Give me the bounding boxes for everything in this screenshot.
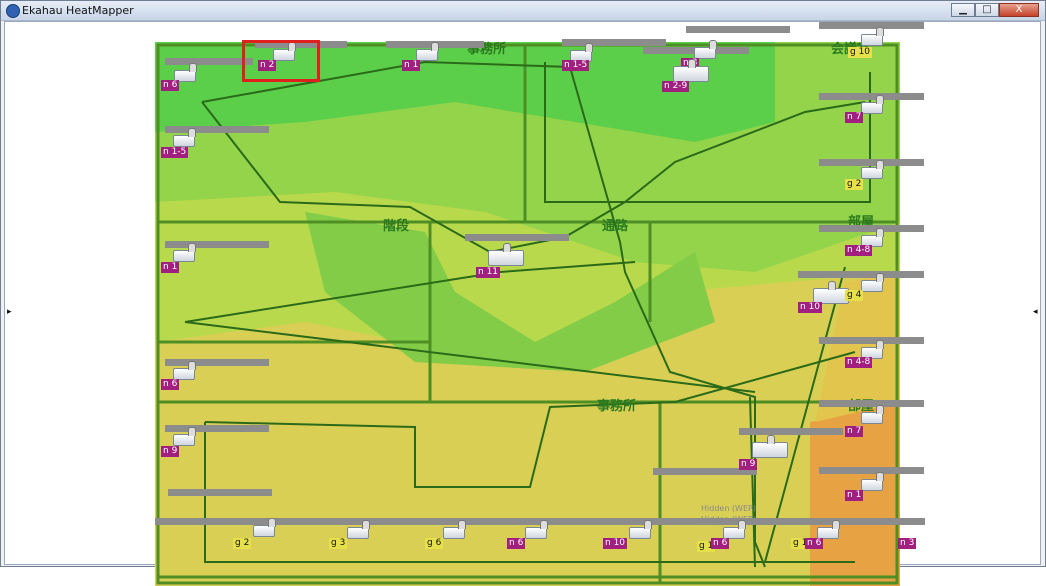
redacted-ssid (465, 234, 569, 241)
access-point-icon[interactable] (861, 160, 884, 179)
redacted-ssid (562, 39, 666, 46)
ap-label[interactable]: n 1 (161, 262, 180, 273)
ap-label[interactable]: g 6 (425, 538, 444, 549)
access-point-icon[interactable] (861, 472, 884, 491)
redacted-ssid (165, 58, 253, 65)
ap-label[interactable]: g 2 (233, 538, 252, 549)
ap-label[interactable]: n 11 (476, 267, 501, 278)
window-title: Ekahau HeatMapper (22, 4, 134, 17)
room-label-office-2: 事務所 (597, 399, 637, 414)
window-controls: ▁ □ X (951, 3, 1039, 17)
redacted-ssid (165, 241, 269, 248)
ap-label[interactable]: n 6 (161, 80, 180, 91)
redacted-ssid (819, 225, 924, 232)
ap-label[interactable]: n 10 (798, 302, 823, 313)
room-label-corridor: 通路 (602, 219, 629, 234)
app-icon (6, 4, 20, 18)
redacted-ssid (798, 271, 924, 278)
redacted-ssid (739, 428, 843, 435)
left-panel-arrow-icon[interactable]: ▸ (7, 307, 12, 317)
access-point-icon[interactable] (861, 95, 884, 114)
ap-label[interactable]: n 6 (711, 538, 730, 549)
ap-label[interactable]: n 6 (507, 538, 526, 549)
ap-label[interactable]: g 2 (845, 179, 864, 190)
access-point-icon[interactable] (443, 520, 466, 539)
ap-label[interactable]: n 10 (603, 538, 628, 549)
redacted-ssid (168, 489, 272, 496)
ap-label[interactable]: n 6 (161, 379, 180, 390)
access-point-icon[interactable] (347, 520, 370, 539)
access-point-icon[interactable] (173, 427, 196, 446)
redacted-ssid (819, 337, 924, 344)
redacted-ssid (819, 159, 924, 166)
ap-label[interactable]: n 4-8 (845, 357, 873, 368)
ap-label[interactable]: n 4-8 (845, 245, 873, 256)
redacted-ssid (165, 126, 269, 133)
ap-label[interactable]: n 7 (845, 112, 864, 123)
redacted-ssid (819, 467, 924, 474)
hidden-network-label: Hidden (WEP) (701, 515, 756, 524)
access-point-icon[interactable] (253, 518, 276, 537)
heatmap-canvas[interactable] (155, 42, 900, 586)
redacted-ssid (819, 400, 924, 407)
title-bar[interactable]: Ekahau HeatMapper ▁ □ X (1, 1, 1045, 21)
maximize-button[interactable]: □ (975, 3, 999, 17)
ap-label[interactable]: n 1 (845, 490, 864, 501)
right-panel-arrow-icon[interactable]: ◂ (1033, 307, 1038, 317)
hidden-network-label: Hidden (WEP) (701, 504, 756, 513)
ap-label[interactable]: g 3 (329, 538, 348, 549)
redacted-ssid (819, 22, 924, 29)
room-label-stairs: 階段 (383, 219, 410, 234)
ap-label[interactable]: n 7 (845, 426, 864, 437)
ap-label[interactable]: n 1-5 (562, 60, 590, 71)
access-point-icon[interactable] (673, 59, 709, 82)
ap-label[interactable]: n 9 (161, 446, 180, 457)
ap-label[interactable]: n 3 (898, 538, 917, 549)
access-point-icon[interactable] (173, 243, 196, 262)
ap-label[interactable]: g 4 (845, 290, 864, 301)
ap-label[interactable]: n 1 (402, 60, 421, 71)
access-point-icon[interactable] (488, 243, 524, 266)
app-window: Ekahau HeatMapper ▁ □ X ▸ ◂ 事務所 階段 通路 部屋… (0, 0, 1046, 586)
ap-label[interactable]: n 2-9 (662, 81, 690, 92)
minimize-button[interactable]: ▁ (951, 3, 975, 17)
close-button[interactable]: X (999, 3, 1039, 17)
access-point-icon[interactable] (861, 405, 884, 424)
redacted-ssid (819, 93, 924, 100)
ap-label[interactable]: n 6 (805, 538, 824, 549)
access-point-icon[interactable] (861, 27, 884, 46)
selection-highlight (242, 40, 320, 82)
access-point-icon[interactable] (861, 273, 884, 292)
redacted-ssid (165, 425, 269, 432)
ap-label[interactable]: n 1-5 (161, 147, 189, 158)
access-point-icon[interactable] (173, 128, 196, 147)
access-point-icon[interactable] (752, 435, 788, 458)
ap-label[interactable]: g 10 (848, 47, 873, 58)
access-point-icon[interactable] (629, 520, 652, 539)
ap-label[interactable]: n 9 (739, 459, 758, 470)
map-viewport[interactable]: ▸ ◂ 事務所 階段 通路 部屋 事務所 Hidden (WEP) Hidden… (4, 21, 1041, 586)
redacted-ssid (165, 359, 269, 366)
access-point-icon[interactable] (525, 520, 548, 539)
redacted-ssid (686, 26, 790, 33)
